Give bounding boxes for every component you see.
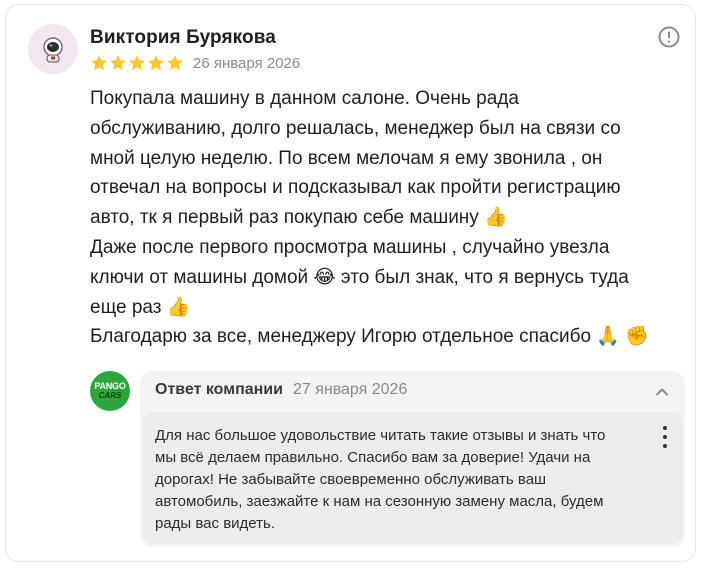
review-card: Виктория Бурякова 26 января 2026 Покупал… <box>5 4 696 562</box>
more-vertical-icon <box>663 426 667 448</box>
company-logo-line1: PANGO <box>94 381 126 391</box>
author-avatar[interactable] <box>28 24 78 74</box>
star-icon <box>129 55 145 71</box>
review-text: Покупала машину в данном салоне. Очень р… <box>90 88 649 348</box>
reply-date: 27 января 2026 <box>292 381 408 398</box>
collapse-reply-button[interactable] <box>653 383 671 401</box>
exclamation-circle-icon <box>658 26 680 48</box>
star-rating <box>90 54 184 72</box>
report-button[interactable] <box>657 25 681 49</box>
review-date: 26 января 2026 <box>193 54 301 72</box>
reply-body: Для нас большое удовольствие читать таки… <box>143 412 682 544</box>
chevron-up-icon <box>656 388 668 396</box>
star-icon <box>167 55 183 71</box>
star-icon <box>91 55 107 71</box>
author-name[interactable]: Виктория Бурякова <box>90 27 276 49</box>
company-logo-line2: CARS <box>98 391 122 400</box>
more-options-button[interactable] <box>660 426 670 448</box>
company-reply: Ответ компании 27 января 2026 Для нас бо… <box>140 371 685 547</box>
reply-text: Для нас большое удовольствие читать таки… <box>155 427 606 532</box>
reply-header: Ответ компании 27 января 2026 <box>155 381 407 399</box>
rating-row: 26 января 2026 <box>90 54 300 72</box>
reply-title: Ответ компании <box>155 381 283 398</box>
company-logo[interactable]: PANGO CARS <box>90 371 130 411</box>
star-icon <box>148 55 164 71</box>
astronaut-avatar-icon <box>43 37 63 63</box>
star-icon <box>110 55 126 71</box>
